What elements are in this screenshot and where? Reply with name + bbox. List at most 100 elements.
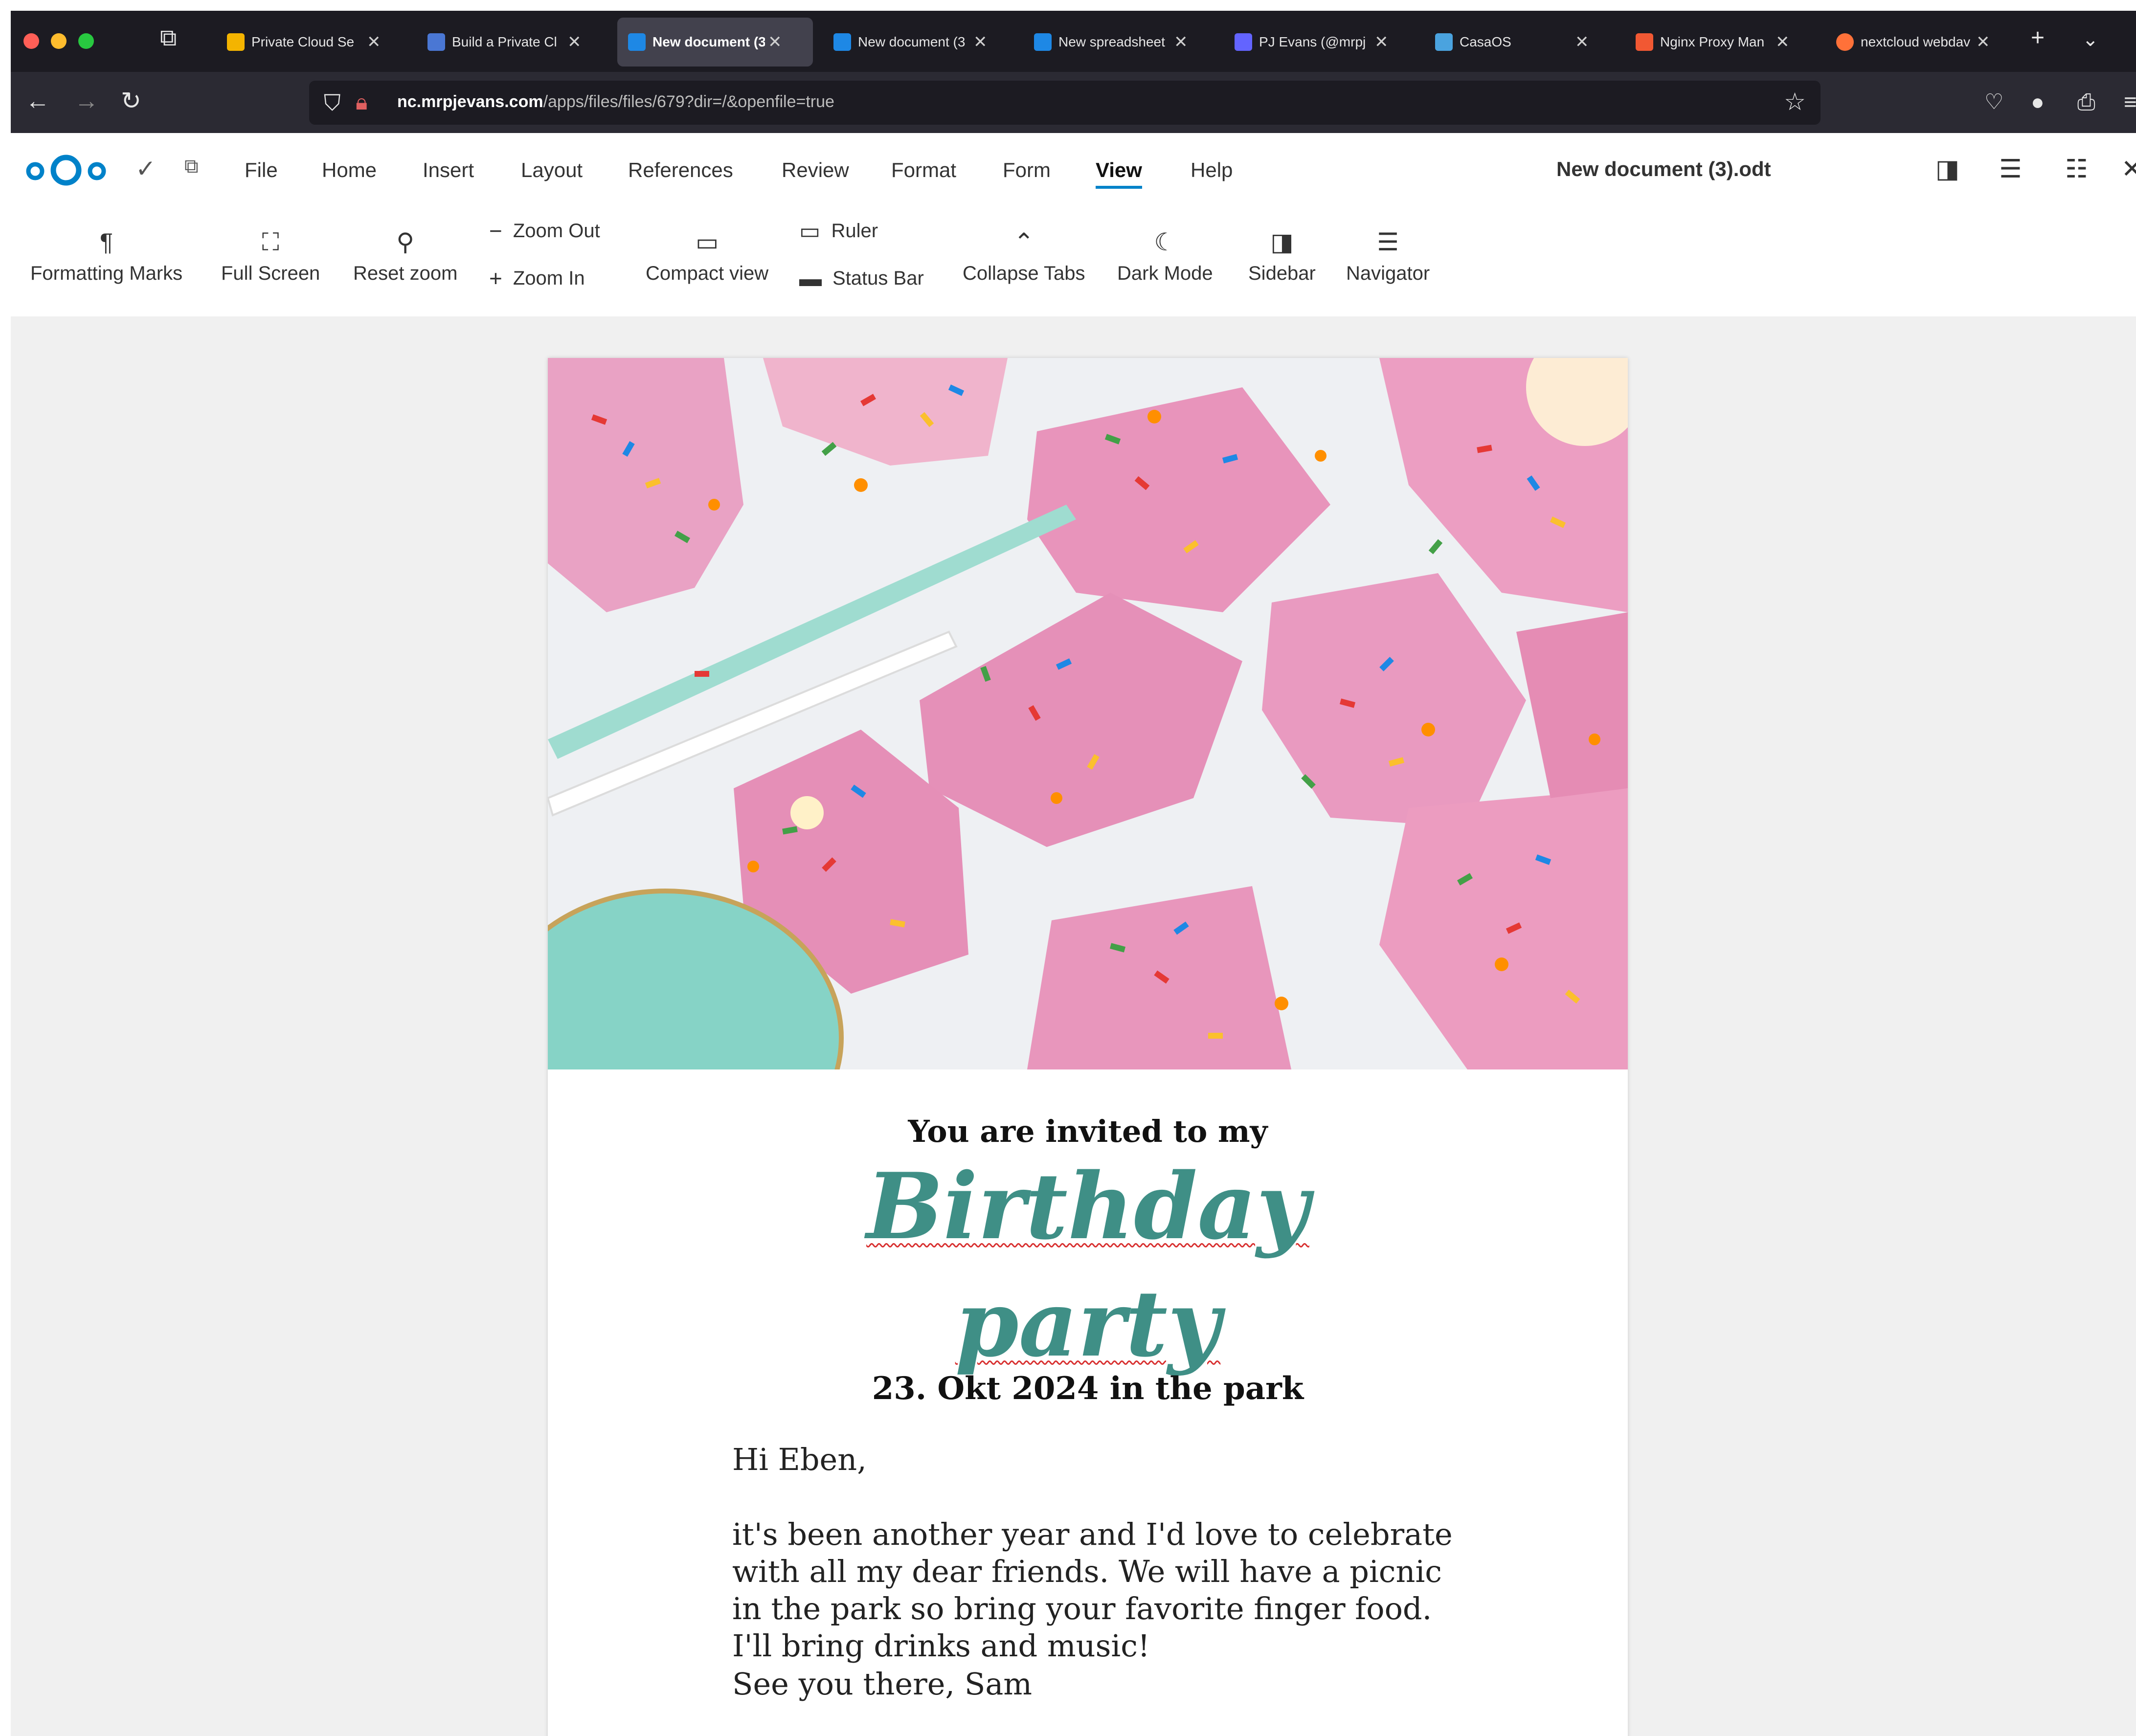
menu-file[interactable]: File <box>245 158 278 182</box>
reset-zoom-label: Reset zoom <box>353 263 458 284</box>
close-tab-icon[interactable]: ✕ <box>973 32 988 52</box>
ruler-label: Ruler <box>831 220 878 242</box>
browser-tab[interactable]: CasaOS ✕ <box>1424 18 1615 67</box>
tab-title: New document (3 <box>858 34 966 49</box>
document-icon <box>833 33 851 51</box>
firefox-icon <box>1836 33 1854 51</box>
menu-insert[interactable]: Insert <box>423 158 474 182</box>
full-screen-button[interactable]: ⛶ Full Screen <box>221 228 320 285</box>
sidebar-label: Sidebar <box>1248 263 1316 284</box>
ruler-button[interactable]: ▭ Ruler <box>799 218 878 244</box>
browser-tab[interactable]: Nginx Proxy Man ✕ <box>1625 18 1816 67</box>
tab-overview-icon[interactable]: ⧉ <box>160 24 177 52</box>
browser-tab[interactable]: Build a Private Cl ✕ <box>417 18 607 67</box>
menu-help[interactable]: Help <box>1191 158 1233 182</box>
collapse-tabs-label: Collapse Tabs <box>963 263 1085 284</box>
close-tab-icon[interactable]: ✕ <box>1174 32 1188 52</box>
close-tab-icon[interactable]: ✕ <box>1976 32 1990 52</box>
full-screen-icon: ⛶ <box>262 228 279 256</box>
compact-view-label: Compact view <box>646 263 769 284</box>
document-icon <box>427 33 445 51</box>
formatting-marks-button[interactable]: ¶ Formatting Marks <box>30 228 182 285</box>
menu-format[interactable]: Format <box>891 158 956 182</box>
url-text: nc.mrpjevans.com/apps/files/files/679?di… <box>397 92 834 111</box>
menu-layout[interactable]: Layout <box>521 158 583 182</box>
open-in-new-icon[interactable]: ⧉ <box>184 156 199 178</box>
shield-icon[interactable]: ⛉ <box>324 89 341 117</box>
browser-tab[interactable]: Private Cloud Se ✕ <box>216 18 407 67</box>
tab-title: CasaOS <box>1460 34 1511 49</box>
sidebar-toggle-icon[interactable]: ◨ <box>1935 155 1959 184</box>
new-tab-icon[interactable]: + <box>2031 24 2045 51</box>
close-tab-icon[interactable]: ✕ <box>1575 32 1589 52</box>
menu-home[interactable]: Home <box>322 158 377 182</box>
list-icon[interactable]: ☰ <box>1999 155 2022 184</box>
browser-tab[interactable]: PJ Evans (@mrpj ✕ <box>1224 18 1415 67</box>
formatting-marks-label: Formatting Marks <box>30 263 183 284</box>
tab-list-chevron-icon[interactable]: ⌄ <box>2082 28 2099 51</box>
close-tab-icon[interactable]: ✕ <box>768 32 782 52</box>
menu-review[interactable]: Review <box>782 158 849 182</box>
lock-icon[interactable]: 🔒︎ <box>356 89 367 116</box>
url-bar[interactable]: ⛉ 🔒︎ nc.mrpjevans.com/apps/files/files/6… <box>309 81 1821 125</box>
close-tab-icon[interactable]: ✕ <box>567 32 582 52</box>
browser-tab-active[interactable]: New document (3 ✕ <box>617 18 813 67</box>
status-bar-button[interactable]: ▬ Status Bar <box>799 265 924 291</box>
close-tab-icon[interactable]: ✕ <box>1776 32 1790 52</box>
menu-form[interactable]: Form <box>1003 158 1051 182</box>
nextcloud-logo[interactable] <box>24 151 108 190</box>
spreadsheet-icon <box>1034 33 1052 51</box>
pocket-icon[interactable]: ♡ <box>1984 89 2003 114</box>
tab-strip: ⧉ Private Cloud Se ✕ Build a Private Cl … <box>11 11 2136 72</box>
close-tab-icon[interactable]: ✕ <box>367 32 381 52</box>
menu-icon[interactable]: ≡ <box>2124 89 2136 115</box>
settings-list-icon[interactable]: ☷ <box>2065 155 2088 184</box>
document-canvas[interactable]: You are invited to my Birthday party 23.… <box>11 316 2136 1736</box>
title-party-text: party <box>955 1270 1221 1377</box>
navigation-bar: ← → ↻ ⛉ 🔒︎ nc.mrpjevans.com/apps/files/f… <box>11 72 2136 133</box>
url-host: nc.mrpjevans.com <box>397 92 543 111</box>
reload-icon[interactable]: ↻ <box>121 87 141 115</box>
casaos-icon <box>1435 33 1453 51</box>
minimize-window-button[interactable] <box>51 33 67 49</box>
forward-arrow-icon[interactable]: → <box>74 87 99 115</box>
navigator-list-icon: ☰ <box>1377 228 1399 256</box>
collapse-tabs-button[interactable]: ⌃ Collapse Tabs <box>963 228 1085 285</box>
signoff: See you there, Sam <box>732 1666 1033 1702</box>
tab-title: Build a Private Cl <box>452 34 557 49</box>
compact-view-button[interactable]: ▭ Compact view <box>646 228 768 285</box>
menu-references[interactable]: References <box>628 158 733 182</box>
maximize-window-button[interactable] <box>78 33 94 49</box>
bookmark-star-icon[interactable]: ☆ <box>1784 88 1806 116</box>
extensions-icon[interactable]: ⎙ <box>2077 89 2095 116</box>
status-bar-icon: ▬ <box>799 266 822 291</box>
zoom-in-label: Zoom In <box>513 267 585 289</box>
browser-tab[interactable]: New document (3 ✕ <box>823 18 1013 67</box>
document-name[interactable]: New document (3).odt <box>1556 157 1771 181</box>
greeting: Hi Eben, <box>732 1442 867 1477</box>
paragraph-line: in the park so bring your favorite finge… <box>732 1591 1432 1626</box>
browser-tab[interactable]: nextcloud webdav ✕ <box>1825 18 2016 67</box>
google-drive-icon <box>227 33 245 51</box>
close-tab-icon[interactable]: ✕ <box>1374 32 1389 52</box>
back-arrow-icon[interactable]: ← <box>25 87 50 115</box>
zoom-in-button[interactable]: + Zoom In <box>489 265 585 291</box>
close-window-button[interactable] <box>23 33 39 49</box>
save-check-icon[interactable]: ✓ <box>135 155 156 183</box>
menu-view[interactable]: View <box>1096 158 1142 189</box>
zoom-out-button[interactable]: − Zoom Out <box>489 218 600 244</box>
sidebar-button[interactable]: ◨ Sidebar <box>1248 228 1316 285</box>
close-document-icon[interactable]: ✕ <box>2121 155 2136 184</box>
ruler-icon: ▭ <box>799 218 821 244</box>
navigator-button[interactable]: ☰ Navigator <box>1346 228 1430 285</box>
browser-tab[interactable]: New spreadsheet ✕ <box>1023 18 1214 67</box>
document-icon <box>628 33 646 51</box>
document-page[interactable]: You are invited to my Birthday party 23.… <box>548 358 1628 1736</box>
dark-mode-button[interactable]: ☾ Dark Mode <box>1117 228 1213 285</box>
office-menubar: ✓ ⧉ File Home Insert Layout References R… <box>11 133 2136 209</box>
account-icon[interactable]: ● <box>2031 89 2045 115</box>
invite-line: You are invited to my <box>908 1113 1268 1149</box>
compact-view-icon: ▭ <box>695 228 719 256</box>
reset-zoom-button[interactable]: ⚲ Reset zoom <box>353 228 457 285</box>
title-birthday-text: Birthday <box>866 1153 1309 1260</box>
